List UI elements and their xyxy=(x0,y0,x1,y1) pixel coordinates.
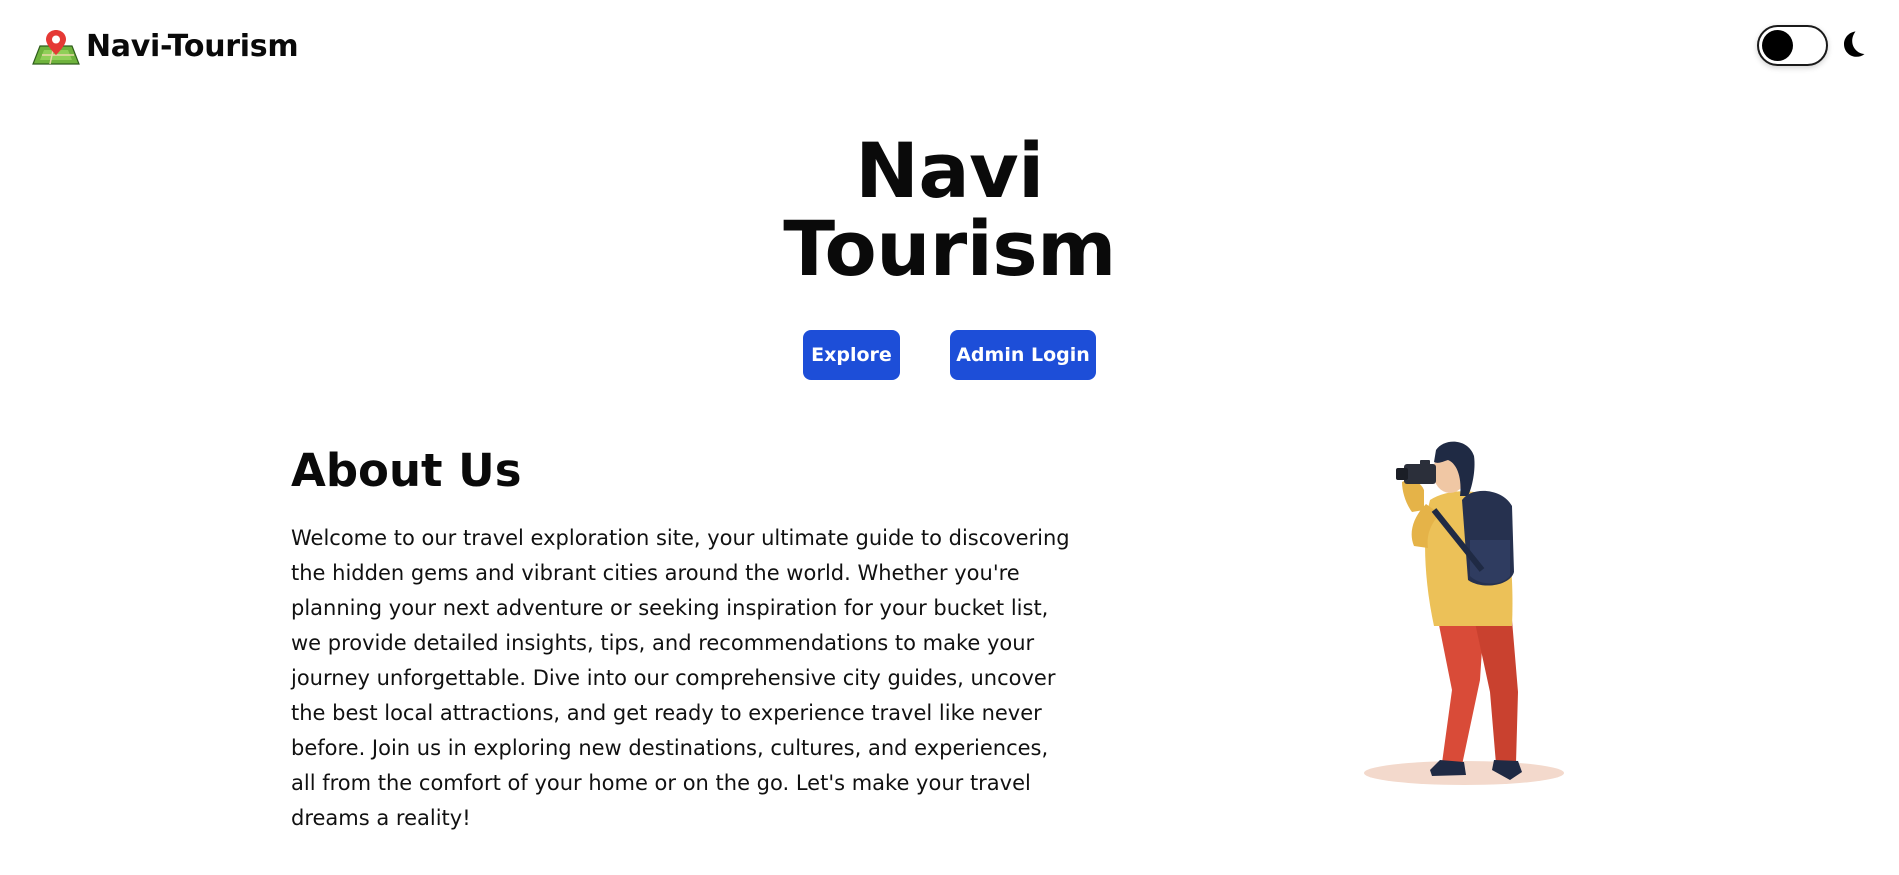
about-heading: About Us xyxy=(291,444,522,497)
theme-toggle[interactable] xyxy=(1757,25,1828,66)
map-pin-icon xyxy=(32,30,80,65)
hero-title-line2: Tourism xyxy=(783,204,1116,293)
admin-login-button[interactable]: Admin Login xyxy=(950,330,1096,380)
about-text: Welcome to our travel exploration site, … xyxy=(291,526,1070,830)
brand-name: Navi-Tourism xyxy=(86,29,299,64)
traveler-illustration xyxy=(1364,441,1564,785)
explore-button[interactable]: Explore xyxy=(803,330,900,380)
hero-title-line1: Navi xyxy=(855,126,1044,215)
toggle-knob xyxy=(1762,30,1793,61)
brand-link[interactable]: Navi-Tourism xyxy=(32,28,299,66)
hero-title: Navi Tourism xyxy=(0,132,1899,288)
moon-icon[interactable] xyxy=(1841,29,1873,61)
navbar: Navi-Tourism xyxy=(0,0,1899,92)
